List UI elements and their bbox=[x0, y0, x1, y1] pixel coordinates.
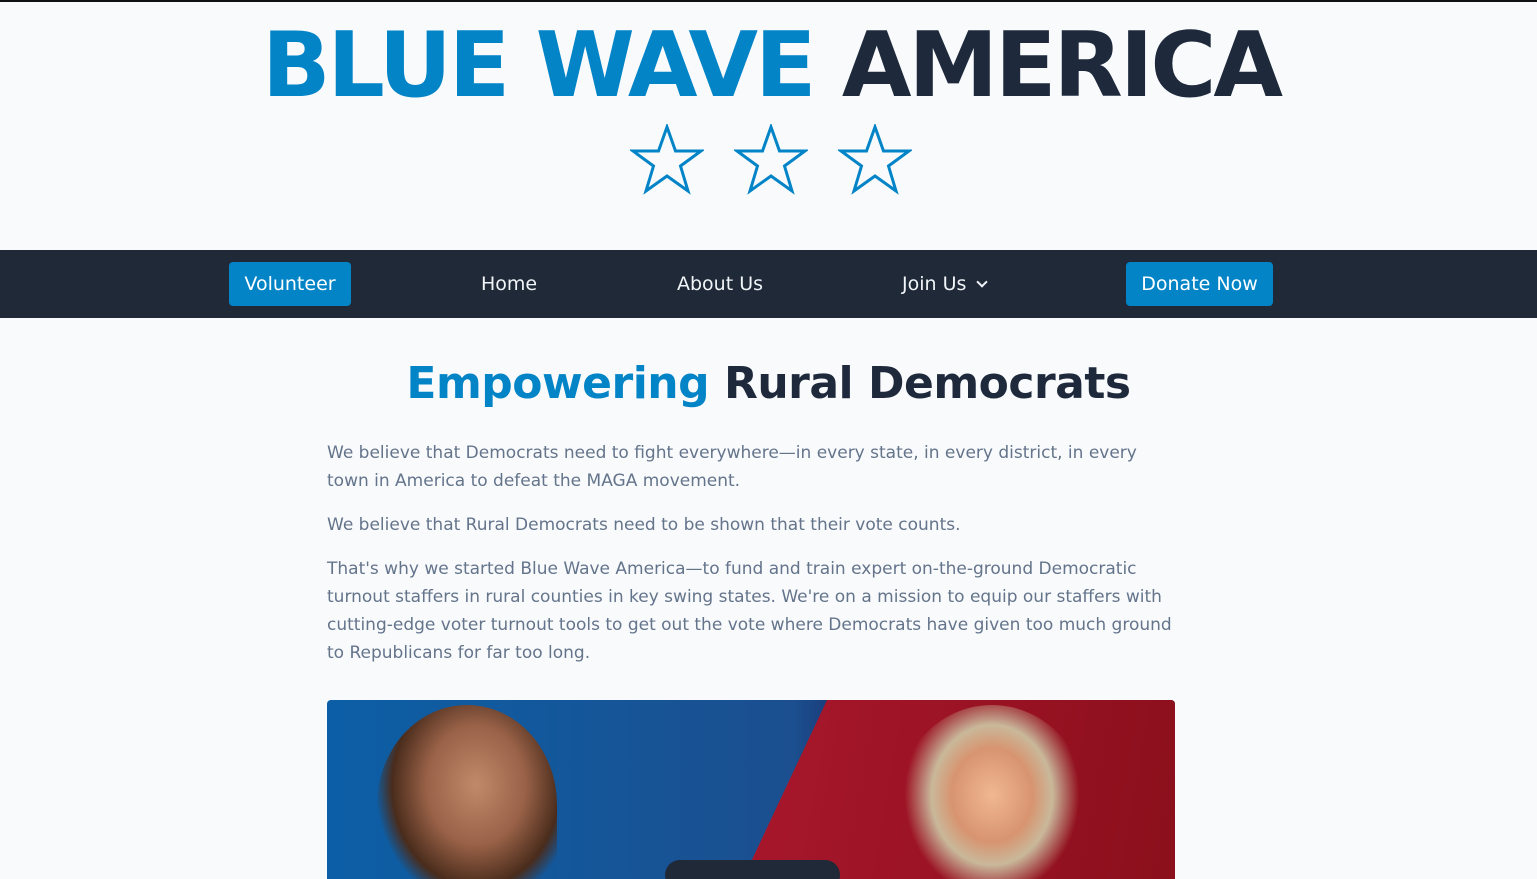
nav-join-us[interactable]: Join Us bbox=[902, 262, 989, 306]
main-navbar: Volunteer Home About Us Join Us Donate N… bbox=[0, 250, 1537, 318]
intro-copy: We believe that Democrats need to fight … bbox=[327, 439, 1177, 683]
chevron-down-icon bbox=[976, 276, 989, 288]
stars-row bbox=[0, 124, 1537, 196]
intro-paragraph: We believe that Rural Democrats need to … bbox=[327, 515, 961, 535]
site-header: BLUE WAVE AMERICA bbox=[0, 2, 1537, 250]
brand-part-blue: BLUE WAVE bbox=[261, 13, 817, 118]
intro-paragraph: That's why we started Blue Wave America—… bbox=[327, 559, 1172, 663]
star-icon bbox=[734, 124, 808, 195]
brand-part-dark: AMERICA bbox=[841, 13, 1283, 118]
nav-about-us[interactable]: About Us bbox=[677, 262, 763, 306]
hero-banner-image bbox=[327, 700, 1175, 879]
star-icon bbox=[630, 124, 704, 195]
site-logo-text[interactable]: BLUE WAVE AMERICA bbox=[0, 16, 1537, 116]
nav-home[interactable]: Home bbox=[481, 262, 537, 306]
star-icon bbox=[838, 124, 912, 195]
intro-paragraph: We believe that Democrats need to fight … bbox=[327, 443, 1137, 491]
volunteer-button[interactable]: Volunteer bbox=[229, 262, 351, 306]
nav-join-us-label: Join Us bbox=[902, 273, 967, 295]
title-rest: Rural Democrats bbox=[723, 358, 1131, 409]
donate-now-button[interactable]: Donate Now bbox=[1126, 262, 1273, 306]
page-title: Empowering Rural Democrats bbox=[0, 354, 1537, 414]
title-accent: Empowering bbox=[406, 358, 710, 409]
portrait-left bbox=[377, 705, 557, 879]
floating-toolbar[interactable] bbox=[665, 860, 840, 879]
